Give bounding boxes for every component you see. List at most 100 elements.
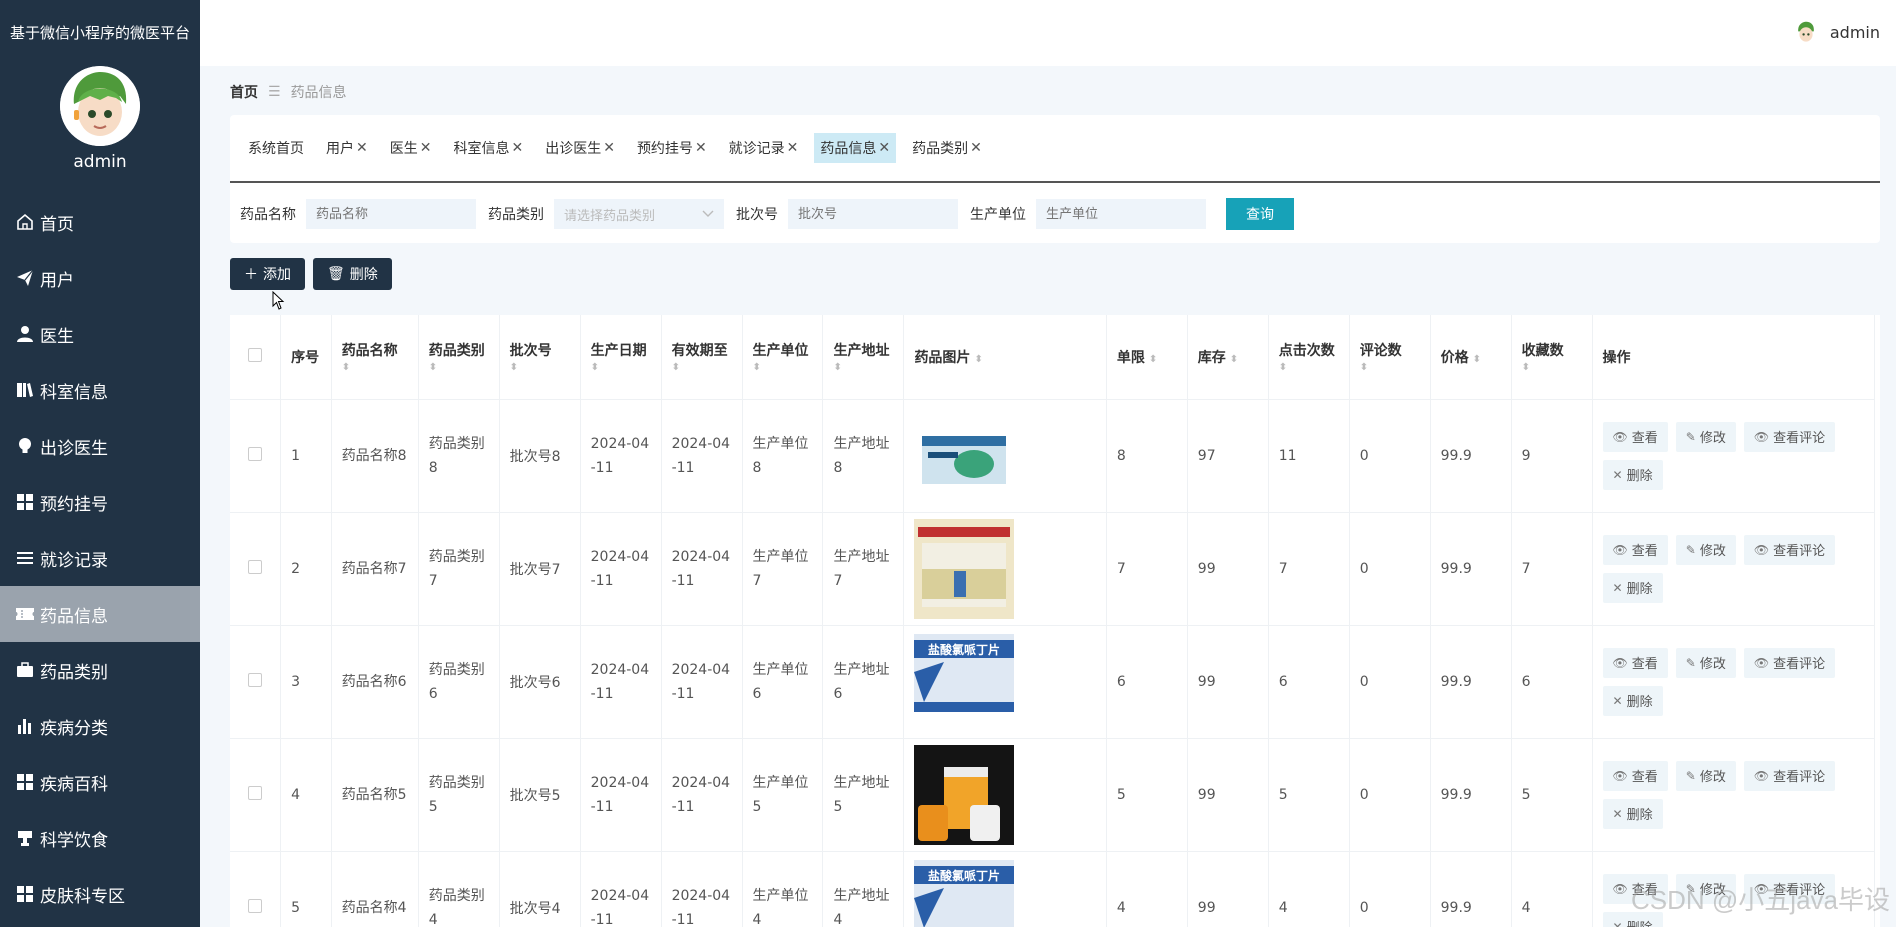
col-category[interactable]: 药品类别 ⬍	[418, 315, 500, 400]
sort-icon[interactable]: ⬍	[753, 362, 813, 373]
tab-system-home[interactable]: 系统首页	[242, 133, 310, 163]
tab-visit-records[interactable]: 就诊记录 ✕	[723, 133, 805, 163]
sidebar-item-dermatology[interactable]: 皮肤科专区	[0, 866, 200, 922]
view-comments-button[interactable]: 👁 查看评论	[1743, 534, 1836, 565]
col-price[interactable]: 价格 ⬍	[1430, 315, 1512, 400]
col-address[interactable]: 生产地址 ⬍	[822, 315, 905, 400]
view-button[interactable]: 👁 查看	[1602, 534, 1668, 565]
sidebar-item-departments[interactable]: 科室信息	[0, 362, 200, 418]
tab-medicine-info[interactable]: 药品信息 ✕	[814, 133, 897, 163]
view-button[interactable]: 👁 查看	[1602, 760, 1668, 791]
col-produced[interactable]: 生产日期 ⬍	[580, 315, 662, 400]
close-icon[interactable]: ✕	[356, 140, 368, 156]
row-checkbox[interactable]	[230, 399, 282, 513]
row-checkbox[interactable]	[230, 738, 282, 852]
tab-users[interactable]: 用户 ✕	[320, 133, 374, 163]
row-checkbox[interactable]	[230, 625, 282, 739]
col-favorites[interactable]: 收藏数 ⬍	[1511, 315, 1593, 400]
close-icon[interactable]: ✕	[603, 140, 615, 156]
view-comments-button[interactable]: 👁 查看评论	[1743, 760, 1836, 791]
batch-number-input[interactable]	[788, 199, 958, 229]
tab-appointments[interactable]: 预约挂号 ✕	[631, 133, 713, 163]
sidebar-item-appointments[interactable]: 预约挂号	[0, 474, 200, 530]
row-delete-button[interactable]: ✕删除	[1602, 798, 1663, 829]
edit-button[interactable]: ✎ 修改	[1675, 760, 1736, 791]
cell-limit-value: 8	[1116, 447, 1126, 464]
col-stock[interactable]: 库存 ⬍	[1187, 315, 1269, 400]
sort-icon[interactable]: ⬍	[833, 362, 893, 373]
col-name[interactable]: 药品名称 ⬍	[331, 315, 419, 400]
sidebar-item-diet[interactable]: 科学饮食	[0, 810, 200, 866]
sort-icon[interactable]: ⬍	[342, 362, 408, 373]
delete-button[interactable]: 🗑 删除	[313, 258, 392, 290]
sidebar-item-visit-records[interactable]: 就诊记录	[0, 530, 200, 586]
sort-icon[interactable]: ⬍	[1522, 362, 1582, 373]
add-button[interactable]: ＋ 添加	[230, 258, 305, 290]
sidebar-item-home[interactable]: 首页	[0, 194, 200, 250]
edit-button[interactable]: ✎ 修改	[1675, 421, 1736, 452]
close-icon[interactable]: ✕	[511, 140, 523, 156]
sort-icon[interactable]: ⬍	[1360, 362, 1420, 373]
edit-button[interactable]: ✎ 修改	[1675, 647, 1736, 678]
tab-departments[interactable]: 科室信息 ✕	[447, 133, 529, 163]
sidebar-item-medicine-info[interactable]: 药品信息	[0, 586, 200, 642]
medicine-name-input[interactable]	[306, 199, 476, 229]
tab-doctors[interactable]: 医生 ✕	[384, 133, 438, 163]
row-checkbox[interactable]	[230, 512, 282, 626]
medicine-image[interactable]: 盐酸氯哌丁片	[914, 857, 1095, 927]
sidebar-item-doctors[interactable]: 医生	[0, 306, 200, 362]
sort-icon[interactable]: ⬍	[1230, 354, 1238, 365]
tab-visiting-doctors[interactable]: 出诊医生 ✕	[539, 133, 621, 163]
medicine-image[interactable]	[914, 406, 1095, 506]
tab-medicine-category[interactable]: 药品类别 ✕	[906, 133, 988, 163]
close-icon[interactable]: ✕	[695, 140, 707, 156]
row-delete-button[interactable]: ✕删除	[1602, 572, 1663, 603]
row-delete-button[interactable]: ✕删除	[1602, 459, 1663, 490]
cell-produced-value: 2024-04-11	[590, 435, 650, 476]
sort-icon[interactable]: ⬍	[1473, 354, 1481, 365]
col-expires[interactable]: 有效期至 ⬍	[661, 315, 743, 400]
close-icon[interactable]: ✕	[878, 140, 890, 156]
select-all-checkbox[interactable]	[230, 315, 282, 400]
edit-button[interactable]: ✎ 修改	[1675, 534, 1736, 565]
col-image[interactable]: 药品图片 ⬍	[903, 315, 1107, 400]
sidebar-item-users[interactable]: 用户	[0, 250, 200, 306]
sort-icon[interactable]: ⬍	[510, 362, 570, 373]
sort-icon[interactable]: ⬍	[591, 362, 651, 373]
medicine-image[interactable]	[914, 518, 1095, 619]
sort-icon[interactable]: ⬍	[1149, 354, 1157, 365]
close-icon[interactable]: ✕	[970, 140, 982, 156]
medicine-image[interactable]	[914, 744, 1095, 845]
row-checkbox[interactable]	[230, 851, 282, 927]
col-unit[interactable]: 生产单位 ⬍	[742, 315, 824, 400]
row-delete-button[interactable]: ✕删除	[1602, 685, 1663, 716]
view-comments-button[interactable]: 👁 查看评论	[1743, 421, 1836, 452]
sidebar-item-visiting-doctors[interactable]: 出诊医生	[0, 418, 200, 474]
col-label: 药品名称	[341, 343, 398, 360]
medicine-image[interactable]: 盐酸氯哌丁片	[914, 631, 1095, 732]
manufacturer-input[interactable]	[1036, 199, 1206, 229]
close-icon[interactable]: ✕	[420, 140, 432, 156]
sidebar-item-disease-category[interactable]: 疾病分类	[0, 698, 200, 754]
query-button[interactable]: 查询	[1226, 198, 1294, 230]
avatar[interactable]	[60, 66, 140, 146]
sort-icon[interactable]: ⬍	[1279, 362, 1339, 373]
sort-icon[interactable]: ⬍	[672, 362, 732, 373]
sidebar-item-label: 就诊记录	[40, 550, 108, 571]
cell-address: 生产地址4	[822, 851, 905, 927]
header-user-menu[interactable]: admin	[1793, 20, 1880, 44]
medicine-category-select[interactable]: 请选择药品类别	[554, 199, 724, 229]
col-batch[interactable]: 批次号 ⬍	[499, 315, 581, 400]
sort-icon[interactable]: ⬍	[974, 354, 982, 365]
breadcrumb-home[interactable]: 首页	[230, 82, 258, 102]
view-button[interactable]: 👁 查看	[1602, 647, 1668, 678]
view-comments-button[interactable]: 👁 查看评论	[1743, 647, 1836, 678]
sidebar-item-disease-wiki[interactable]: 疾病百科	[0, 754, 200, 810]
col-clicks[interactable]: 点击次数 ⬍	[1268, 315, 1350, 400]
sidebar-item-medicine-category[interactable]: 药品类别	[0, 642, 200, 698]
view-button[interactable]: 👁 查看	[1602, 421, 1668, 452]
sort-icon[interactable]: ⬍	[429, 362, 489, 373]
col-comments[interactable]: 评论数 ⬍	[1349, 315, 1431, 400]
col-limit[interactable]: 单限 ⬍	[1106, 315, 1188, 400]
close-icon[interactable]: ✕	[787, 140, 799, 156]
